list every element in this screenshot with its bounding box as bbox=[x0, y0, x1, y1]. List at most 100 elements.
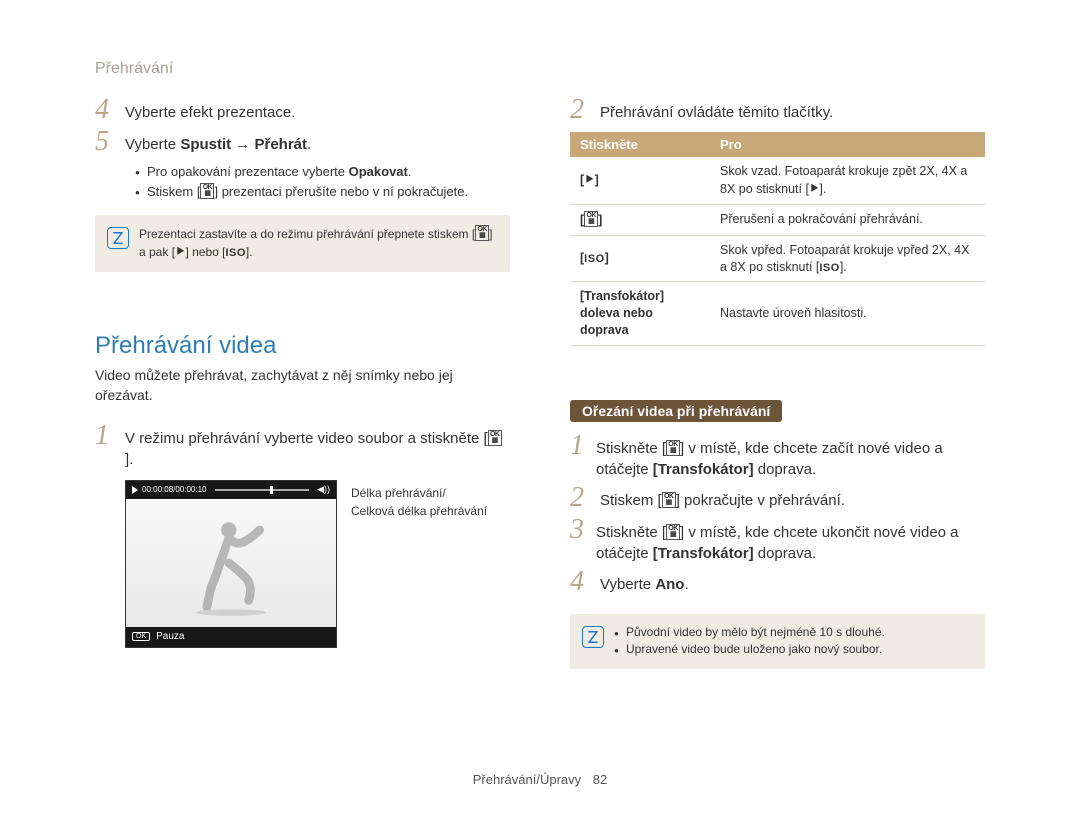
cell-desc: Nastavte úroveň hlasitosti. bbox=[710, 282, 985, 346]
step-text: V režimu přehrávání vyberte video soubor… bbox=[125, 422, 510, 470]
note-item: Původní video by mělo být nejméně 10 s d… bbox=[614, 624, 885, 641]
step-text: Stiskem [OK▦] pokračujte v přehrávání. bbox=[600, 484, 845, 511]
table-header-row: Stiskněte Pro bbox=[570, 132, 985, 157]
video-player: 00:00:08/00:00:10 ◀)) OK Pauza bbox=[125, 480, 337, 648]
table-row: [Transfokátor] doleva nebo doprava Nasta… bbox=[570, 282, 985, 346]
step-number: 3 bbox=[570, 516, 584, 544]
text: ]. bbox=[819, 182, 826, 196]
bullet-item: Stiskem [OK▦] prezentaci přerušíte nebo … bbox=[135, 182, 510, 202]
info-icon bbox=[107, 227, 129, 249]
iso-icon: ISO bbox=[819, 262, 839, 274]
text-bold: [Transfokátor] bbox=[653, 461, 754, 478]
text: Prezentaci zastavíte a do režimu přehráv… bbox=[139, 227, 475, 241]
text-bold: Spustit → Přehrát bbox=[180, 136, 307, 153]
text: ]. bbox=[125, 451, 133, 468]
flash-icon: ⯈ bbox=[809, 181, 819, 196]
cell-desc: Přerušení a pokračování přehrávání. bbox=[710, 204, 985, 235]
trim-step-2: 2 Stiskem [OK▦] pokračujte v přehrávání. bbox=[570, 484, 985, 512]
ok-icon: OK▦ bbox=[488, 430, 502, 446]
page-footer: Přehrávání/Úpravy 82 bbox=[0, 772, 1080, 787]
annotation-line-1: Délka přehrávání/ bbox=[351, 484, 487, 502]
text: ] prezentaci přerušíte nebo v ní pokraču… bbox=[214, 184, 468, 199]
ok-badge: OK bbox=[132, 632, 150, 641]
step-text: Vyberte efekt prezentace. bbox=[125, 96, 295, 123]
step-4: 4 Vyberte efekt prezentace. bbox=[95, 96, 510, 124]
player-body bbox=[126, 499, 336, 627]
player-annotation: Délka přehrávání/ Celková délka přehrává… bbox=[351, 480, 487, 648]
text: Stiskněte [ bbox=[596, 440, 666, 457]
player-area: 00:00:08/00:00:10 ◀)) OK Pauza bbox=[95, 480, 510, 648]
controls-table: Stiskněte Pro [⯈] Skok vzad. Fotoaparát … bbox=[570, 132, 985, 346]
text: Stiskem [ bbox=[600, 492, 662, 509]
player-top-bar: 00:00:08/00:00:10 ◀)) bbox=[126, 481, 336, 499]
text: doprava. bbox=[754, 461, 817, 478]
sound-icon: ◀)) bbox=[317, 484, 330, 495]
text: ] nebo [ bbox=[185, 245, 225, 259]
player-bottom-bar: OK Pauza bbox=[126, 627, 336, 647]
trim-step-1: 1 Stiskněte [OK▦] v místě, kde chcete za… bbox=[570, 432, 985, 480]
flash-icon: ⯈ bbox=[584, 172, 594, 187]
ok-icon: OK▦ bbox=[662, 492, 676, 508]
note-item: Upravené video bude uloženo jako nový so… bbox=[614, 641, 885, 658]
ok-icon: OK▦ bbox=[666, 524, 680, 540]
page-header: Přehrávání bbox=[95, 60, 985, 78]
step-5: 5 Vyberte Spustit → Přehrát. bbox=[95, 128, 510, 156]
cell-desc: Skok vzad. Fotoaparát krokuje zpět 2X, 4… bbox=[710, 157, 985, 204]
step-text: Stiskněte [OK▦] v místě, kde chcete začí… bbox=[596, 432, 985, 480]
th-for: Pro bbox=[710, 132, 985, 157]
step-text: Vyberte Spustit → Přehrát. bbox=[125, 128, 311, 155]
table-row: [ISO] Skok vpřed. Fotoaparát krokuje vpř… bbox=[570, 235, 985, 282]
iso-icon: ISO bbox=[584, 253, 604, 265]
ok-icon: OK▦ bbox=[200, 183, 214, 199]
left-column: 4 Vyberte efekt prezentace. 5 Vyberte Sp… bbox=[95, 96, 510, 669]
text: Pro opakování prezentace vyberte bbox=[147, 164, 349, 179]
step-2: 2 Přehrávání ovládáte těmito tlačítky. bbox=[570, 96, 985, 124]
flash-icon: ⯈ bbox=[175, 244, 185, 259]
bullet-item: Pro opakování prezentace vyberte Opakova… bbox=[135, 162, 510, 182]
step-1: 1 V režimu přehrávání vyberte video soub… bbox=[95, 422, 510, 470]
play-icon bbox=[132, 486, 138, 494]
cell-button: [OK▦] bbox=[570, 204, 710, 235]
iso-icon: ISO bbox=[225, 247, 245, 259]
note-box: Původní video by mělo být nejméně 10 s d… bbox=[570, 614, 985, 669]
cell-desc: Skok vpřed. Fotoaparát krokuje vpřed 2X,… bbox=[710, 235, 985, 282]
two-column-layout: 4 Vyberte efekt prezentace. 5 Vyberte Sp… bbox=[95, 96, 985, 669]
step-number: 5 bbox=[95, 128, 113, 156]
section-subtext: Video můžete přehrávat, zachytávat z něj… bbox=[95, 366, 510, 405]
text: doprava. bbox=[754, 545, 817, 562]
step-number: 1 bbox=[95, 422, 113, 450]
text-bold: Ano bbox=[655, 576, 684, 593]
step-number: 4 bbox=[570, 568, 588, 596]
ok-icon: OK▦ bbox=[584, 211, 598, 227]
step-text: Stiskněte [OK▦] v místě, kde chcete ukon… bbox=[596, 516, 985, 564]
text: V režimu přehrávání vyberte video soubor… bbox=[125, 430, 488, 447]
note-box: Prezentaci zastavíte a do režimu přehráv… bbox=[95, 215, 510, 272]
text: Stiskněte [ bbox=[596, 524, 666, 541]
subsection-pill: Ořezání videa při přehrávání bbox=[570, 400, 782, 422]
ok-icon: OK▦ bbox=[475, 225, 489, 241]
text: ]. bbox=[840, 260, 847, 274]
timecode: 00:00:08/00:00:10 bbox=[142, 485, 207, 494]
cell-button: [Transfokátor] doleva nebo doprava bbox=[570, 282, 710, 346]
step-number: 4 bbox=[95, 96, 113, 124]
cell-button: [ISO] bbox=[570, 235, 710, 282]
text-bold: [Transfokátor] bbox=[653, 545, 754, 562]
text: Stiskem [ bbox=[147, 184, 200, 199]
note-text: Původní video by mělo být nejméně 10 s d… bbox=[614, 624, 885, 659]
step-text: Přehrávání ovládáte těmito tlačítky. bbox=[600, 96, 833, 123]
text: Skok vzad. Fotoaparát krokuje zpět 2X, 4… bbox=[720, 164, 967, 196]
th-press: Stiskněte bbox=[570, 132, 710, 157]
info-icon bbox=[582, 626, 604, 648]
text: ]. bbox=[246, 245, 253, 259]
text: Vyberte bbox=[125, 136, 180, 153]
table-row: [⯈] Skok vzad. Fotoaparát krokuje zpět 2… bbox=[570, 157, 985, 204]
ok-icon: OK▦ bbox=[666, 440, 680, 456]
text: ] pokračujte v přehrávání. bbox=[676, 492, 845, 509]
footer-label: Přehrávání/Úpravy bbox=[473, 772, 581, 787]
right-column: 2 Přehrávání ovládáte těmito tlačítky. S… bbox=[570, 96, 985, 669]
annotation-line-2: Celková délka přehrávání bbox=[351, 502, 487, 520]
step-number: 2 bbox=[570, 484, 588, 512]
trim-step-3: 3 Stiskněte [OK▦] v místě, kde chcete uk… bbox=[570, 516, 985, 564]
pause-label: Pauza bbox=[156, 631, 184, 642]
trim-step-4: 4 Vyberte Ano. bbox=[570, 568, 985, 596]
